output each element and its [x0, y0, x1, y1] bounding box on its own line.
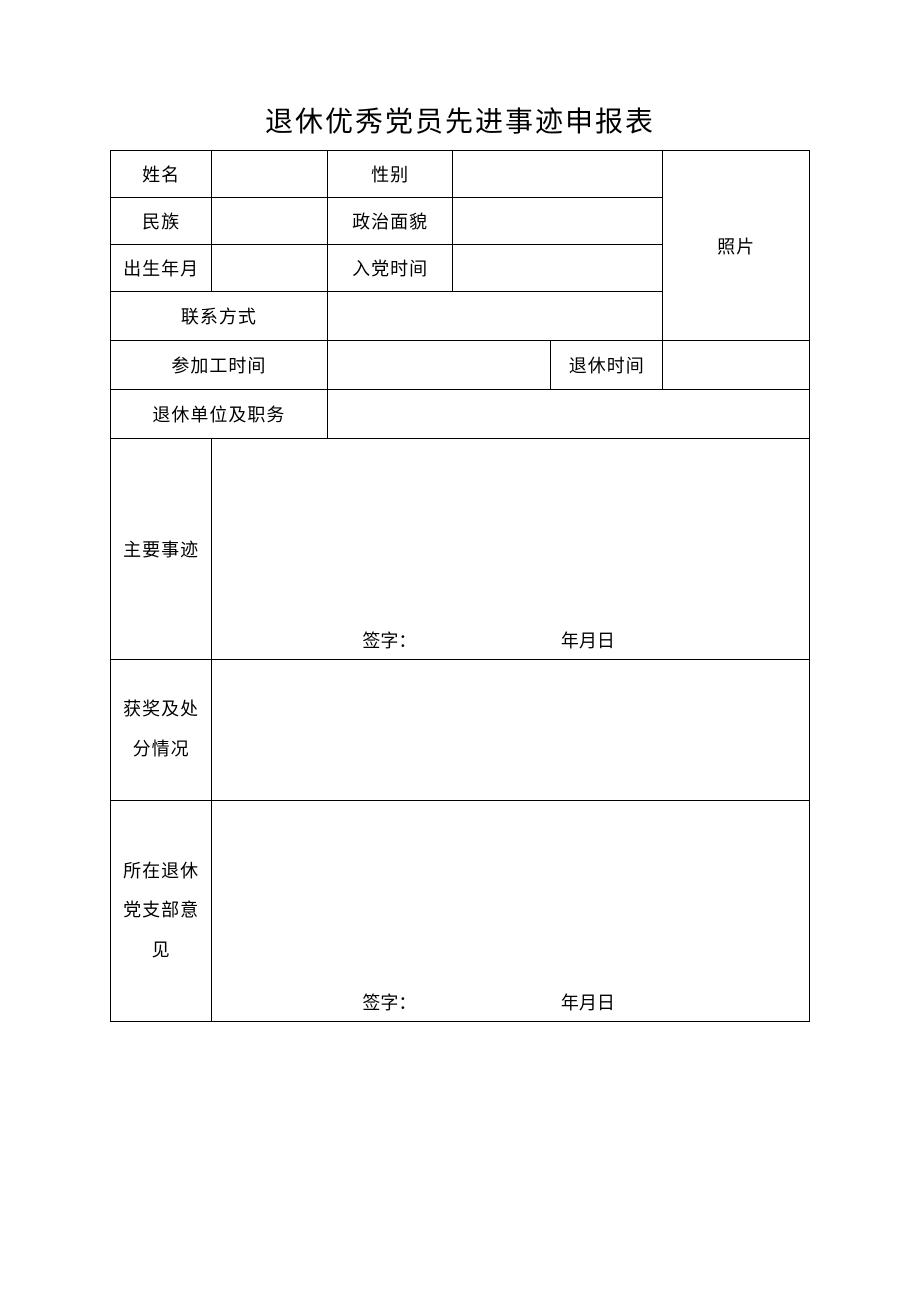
label-political: 政治面貌 [327, 198, 453, 245]
deeds-signature-line: 签字： 年月日 [212, 627, 809, 653]
branch-signature-line: 签字： 年月日 [212, 989, 809, 1015]
label-birth: 出生年月 [111, 245, 212, 292]
value-retire-time [663, 341, 810, 390]
value-retire-unit [327, 390, 809, 439]
value-political [453, 198, 663, 245]
application-form-table: 姓名 性别 照片 民族 政治面貌 出生年月 入党时间 联系方式 参加工时间 [110, 150, 810, 1022]
label-ethnicity: 民族 [111, 198, 212, 245]
value-join-party [453, 245, 663, 292]
signature-date: 年月日 [561, 627, 615, 653]
label-branch-opinion: 所在退休党支部意见 [111, 801, 212, 1022]
signature-label: 签字： [362, 631, 416, 651]
value-contact [327, 292, 663, 341]
value-ethnicity [212, 198, 327, 245]
value-work-start [327, 341, 551, 390]
value-branch-opinion: 签字： 年月日 [212, 801, 810, 1022]
signature-date-2: 年月日 [561, 989, 615, 1015]
label-retire-unit: 退休单位及职务 [111, 390, 328, 439]
label-retire-time: 退休时间 [551, 341, 663, 390]
label-deeds: 主要事迹 [111, 439, 212, 660]
signature-label-2: 签字： [362, 993, 416, 1013]
label-join-party: 入党时间 [327, 245, 453, 292]
label-awards: 获奖及处分情况 [111, 660, 212, 801]
value-awards [212, 660, 810, 801]
photo-cell: 照片 [663, 151, 810, 341]
value-name [212, 151, 327, 198]
label-name: 姓名 [111, 151, 212, 198]
value-birth [212, 245, 327, 292]
label-gender: 性别 [327, 151, 453, 198]
value-gender [453, 151, 663, 198]
page-title: 退休优秀党员先进事迹申报表 [110, 100, 810, 140]
value-deeds: 签字： 年月日 [212, 439, 810, 660]
label-contact: 联系方式 [111, 292, 328, 341]
label-work-start: 参加工时间 [111, 341, 328, 390]
